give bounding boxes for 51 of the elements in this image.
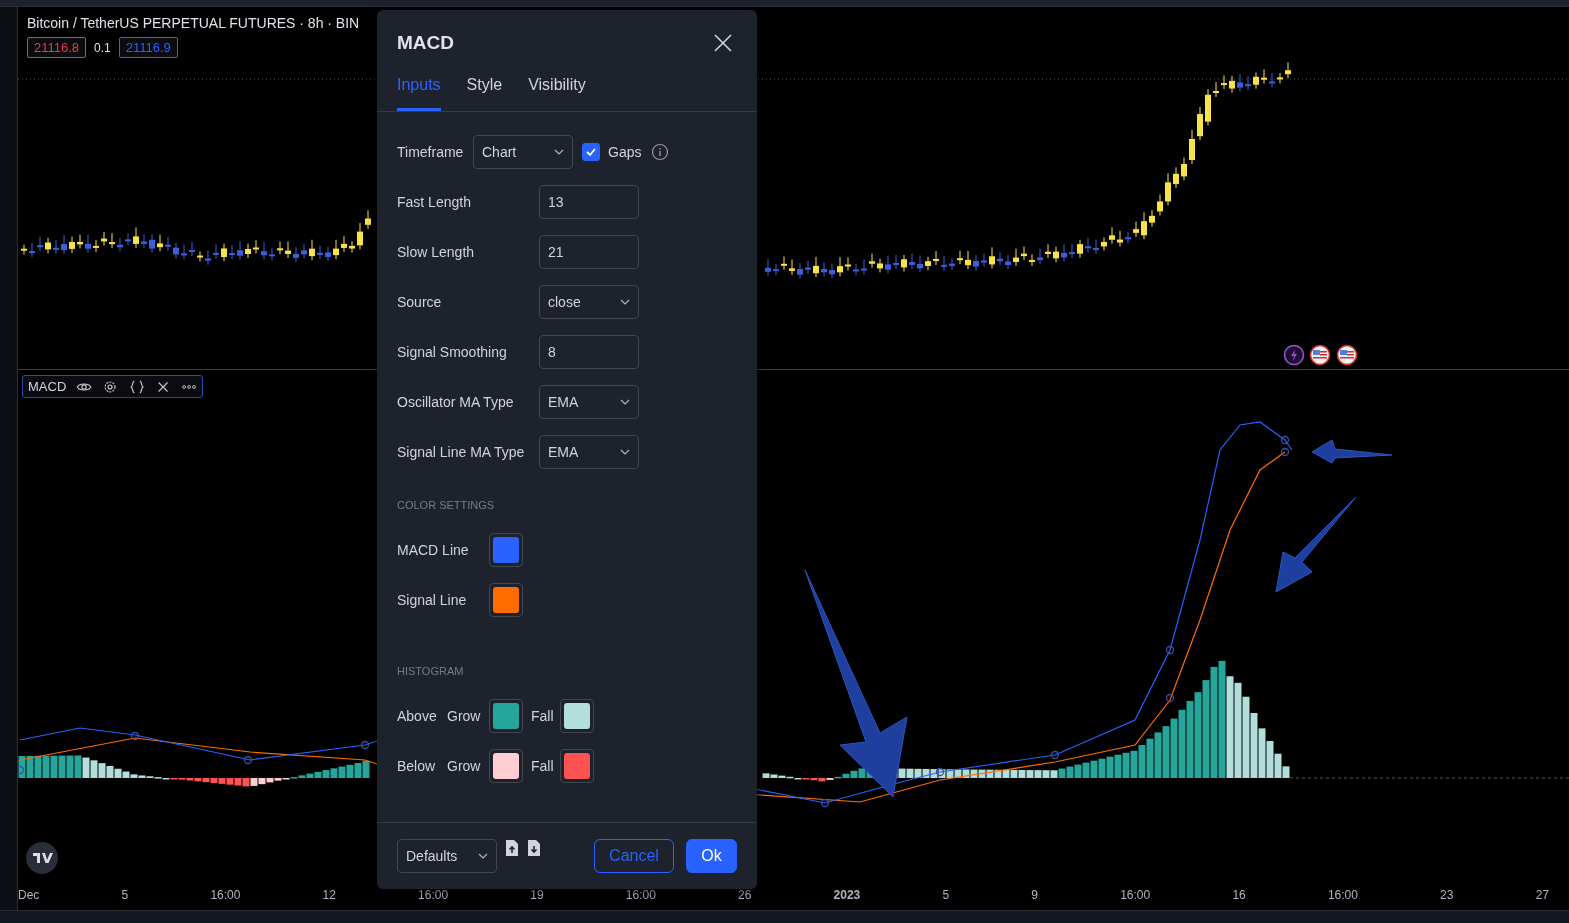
time-axis-label: 16:00 [625, 888, 656, 902]
dropdown[interactable]: EMA [539, 385, 639, 419]
field-label: Signal Smoothing [397, 344, 508, 360]
bid-price[interactable]: 21116.8 [27, 37, 87, 58]
number-input[interactable]: 21 [539, 235, 639, 269]
time-axis-label: 2023 [833, 888, 861, 902]
field-label: Source [397, 294, 443, 310]
color-sublabel: Grow [447, 758, 482, 774]
time-axis-label: 5 [121, 888, 129, 902]
color-label: Signal Line [397, 592, 468, 608]
field-label: Timeframe [397, 144, 465, 160]
dialog-title: MACD [397, 31, 454, 54]
color-sublabel: Fall [531, 758, 554, 774]
dialog-tab[interactable]: Style [466, 76, 503, 111]
checkbox-label: Gaps [608, 144, 642, 160]
field-label: Fast Length [397, 194, 472, 210]
time-axis-label: 16:00 [418, 888, 449, 902]
time-axis-label: 5 [942, 888, 950, 902]
defaults-dropdown[interactable]: Defaults [397, 839, 497, 873]
spread-value: 0.1 [94, 40, 111, 55]
number-input[interactable]: 8 [539, 335, 639, 369]
time-axis-label: 27 [1535, 888, 1549, 902]
indicator-name[interactable]: MACD [28, 379, 67, 394]
color-label: Below [397, 758, 437, 774]
number-input[interactable]: 13 [539, 185, 639, 219]
dropdown[interactable]: EMA [539, 435, 639, 469]
ask-price[interactable]: 21116.9 [118, 37, 178, 58]
time-axis-label: 16:00 [210, 888, 241, 902]
symbol-title: Bitcoin / TetherUS PERPETUAL FUTURES · 8h · BIN [27, 15, 360, 31]
time-axis-label: 19 [530, 888, 544, 902]
color-label: Above [397, 708, 438, 724]
timeframe-dropdown[interactable]: Chart [473, 135, 573, 169]
time-axis-label: Dec [18, 888, 40, 902]
time-axis-label: 16:00 [1327, 888, 1358, 902]
dropdown[interactable]: close [539, 285, 639, 319]
color-sublabel: Fall [531, 708, 554, 724]
time-axis-label: 23 [1440, 888, 1454, 902]
color-label: MACD Line [397, 542, 470, 558]
field-label: Oscillator MA Type [397, 394, 515, 410]
ok-button[interactable]: Ok [686, 839, 737, 873]
time-axis-label: 16 [1232, 888, 1246, 902]
color-sublabel: Grow [447, 708, 482, 724]
dialog-tab[interactable]: Visibility [528, 76, 586, 111]
field-label: Slow Length [397, 244, 476, 260]
time-axis-label: 9 [1031, 888, 1038, 902]
field-label: Signal Line MA Type [397, 444, 526, 460]
section-heading: COLOR SETTINGS [397, 499, 496, 511]
time-axis-label: 12 [322, 888, 336, 902]
section-heading: HISTOGRAM [397, 665, 465, 677]
time-axis-label: 16:00 [1120, 888, 1151, 902]
time-axis-label: 26 [738, 888, 752, 902]
